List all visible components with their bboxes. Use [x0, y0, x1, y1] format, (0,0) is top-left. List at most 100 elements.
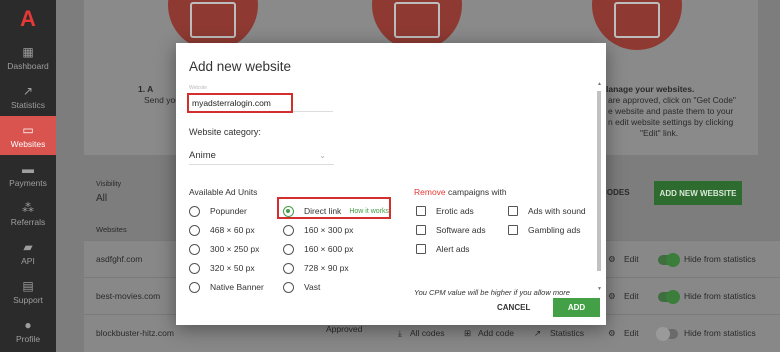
radio-icon[interactable] [283, 281, 294, 293]
ad-unit-320x50[interactable]: 320 × 50 px [189, 262, 255, 274]
download-icon[interactable]: ⤓ [398, 328, 402, 339]
all-codes-link[interactable]: All codes [410, 328, 445, 338]
step-text: e website and paste them to your [608, 106, 734, 116]
campaign-label: Alert ads [436, 244, 470, 254]
campaign-sound[interactable]: Ads with sound [508, 205, 586, 217]
radio-icon[interactable] [189, 262, 200, 274]
adsterra-logo[interactable]: A [0, 0, 56, 38]
profile-icon: ● [24, 317, 32, 332]
add-code-icon[interactable]: ⊞ [464, 328, 471, 339]
gear-icon[interactable]: ⚙ [608, 291, 616, 302]
ad-unit-label: Direct link [304, 206, 342, 216]
nav-label: Dashboard [7, 60, 49, 71]
ad-unit-label: 300 × 250 px [210, 244, 260, 254]
nav-profile[interactable]: ● Profile [0, 311, 56, 350]
radio-selected-icon[interactable] [283, 205, 294, 217]
campaign-erotic[interactable]: Erotic ads [416, 205, 474, 217]
add-button[interactable]: ADD [553, 298, 600, 317]
radio-icon[interactable] [189, 224, 200, 236]
nav-dashboard[interactable]: ▦ Dashboard [0, 38, 56, 77]
step-text: Send you [144, 95, 180, 105]
hide-toggle[interactable] [656, 327, 678, 341]
step-text: are approved, click on "Get Code" [608, 95, 736, 105]
edit-link[interactable]: Edit [624, 254, 639, 264]
radio-icon[interactable] [189, 243, 200, 255]
image-icon [190, 2, 236, 38]
website-name[interactable]: asdfghf.com [96, 254, 142, 264]
ad-unit-label: 468 × 60 px [210, 225, 255, 235]
briefcase-icon: ▰ [23, 239, 33, 254]
radio-icon[interactable] [189, 281, 200, 293]
hide-label: Hide from statistics [684, 291, 756, 301]
chevron-down-icon: ⌄ [319, 151, 326, 160]
gear-icon[interactable]: ⚙ [608, 328, 616, 339]
gear-icon[interactable]: ⚙ [608, 254, 616, 265]
how-it-works-link[interactable]: How it works [349, 208, 389, 215]
radio-icon[interactable] [283, 224, 294, 236]
code-icon [394, 2, 440, 38]
step-heading: lanage your websites. [606, 84, 695, 94]
campaign-alert[interactable]: Alert ads [416, 243, 470, 255]
scroll-thumb[interactable] [597, 91, 601, 271]
sidebar: A ▦ Dashboard ↗ Statistics ▭ Websites ▬ … [0, 0, 56, 352]
ad-unit-160x300[interactable]: 160 × 300 px [283, 224, 353, 236]
website-name[interactable]: best-movies.com [96, 291, 160, 301]
nav-label: Websites [10, 138, 46, 149]
edit-link[interactable]: Edit [624, 328, 639, 338]
ad-unit-468x60[interactable]: 468 × 60 px [189, 224, 255, 236]
visibility-label: Visibility [96, 181, 122, 188]
hide-toggle[interactable] [658, 253, 680, 267]
cpm-note: You CPM value will be higher if you allo… [414, 288, 570, 297]
add-new-website-button[interactable]: ADD NEW WEBSITE [654, 181, 742, 205]
ad-unit-direct-link[interactable]: Direct link How it works [283, 205, 389, 217]
ad-unit-label: 160 × 300 px [304, 225, 354, 235]
nav-label: Payments [9, 177, 47, 188]
hide-toggle[interactable] [658, 290, 680, 304]
scroll-up-icon[interactable]: ▲ [597, 81, 602, 87]
checkbox-icon[interactable] [508, 225, 518, 235]
radio-icon[interactable] [189, 205, 200, 217]
modal-scrollbar[interactable]: ▲ ▼ [596, 81, 602, 295]
ad-unit-160x600[interactable]: 160 × 600 px [283, 243, 353, 255]
hide-label: Hide from statistics [684, 254, 756, 264]
category-select[interactable]: Anime ⌄ [189, 147, 334, 165]
ad-unit-300x250[interactable]: 300 × 250 px [189, 243, 259, 255]
nav-support[interactable]: ▤ Support [0, 272, 56, 311]
add-code-link[interactable]: Add code [478, 328, 514, 338]
status-badge: Approved [326, 324, 363, 334]
checkbox-icon[interactable] [508, 206, 518, 216]
nav-label: Referrals [10, 216, 46, 227]
ad-unit-native-banner[interactable]: Native Banner [189, 281, 264, 293]
nav-payments[interactable]: ▬ Payments [0, 155, 56, 194]
chat-icon: ▤ [22, 278, 34, 293]
checkbox-icon[interactable] [416, 206, 426, 216]
campaign-software[interactable]: Software ads [416, 224, 486, 236]
statistics-icon[interactable]: ↗ [534, 328, 541, 339]
nav-referrals[interactable]: ⁂ Referrals [0, 194, 56, 233]
statistics-link[interactable]: Statistics [550, 328, 584, 338]
websites-column-header: Websites [96, 225, 127, 234]
nav-api[interactable]: ▰ API [0, 233, 56, 272]
campaign-gambling[interactable]: Gambling ads [508, 224, 580, 236]
category-label: Website category: [189, 127, 261, 137]
ad-unit-popunder[interactable]: Popunder [189, 205, 247, 217]
scroll-down-icon[interactable]: ▼ [597, 286, 602, 292]
modal-title: Add new website [189, 59, 292, 74]
cancel-button[interactable]: CANCEL [497, 303, 530, 312]
nav-label: Profile [15, 333, 41, 344]
visibility-select[interactable]: All [96, 193, 107, 204]
radio-icon[interactable] [283, 243, 294, 255]
checkbox-icon[interactable] [416, 225, 426, 235]
ad-unit-728x90[interactable]: 728 × 90 px [283, 262, 349, 274]
step-heading: 1. A [138, 84, 154, 94]
add-website-modal: Add new website Website Website category… [176, 43, 606, 325]
nav-statistics[interactable]: ↗ Statistics [0, 77, 56, 116]
website-name[interactable]: blockbuster-hitz.com [96, 328, 174, 338]
website-url-input[interactable] [187, 93, 293, 113]
edit-link[interactable]: Edit [624, 291, 639, 301]
ad-units-title: Available Ad Units [189, 187, 258, 197]
ad-unit-vast[interactable]: Vast [283, 281, 320, 293]
radio-icon[interactable] [283, 262, 294, 274]
checkbox-icon[interactable] [416, 244, 426, 254]
nav-websites[interactable]: ▭ Websites [0, 116, 56, 155]
